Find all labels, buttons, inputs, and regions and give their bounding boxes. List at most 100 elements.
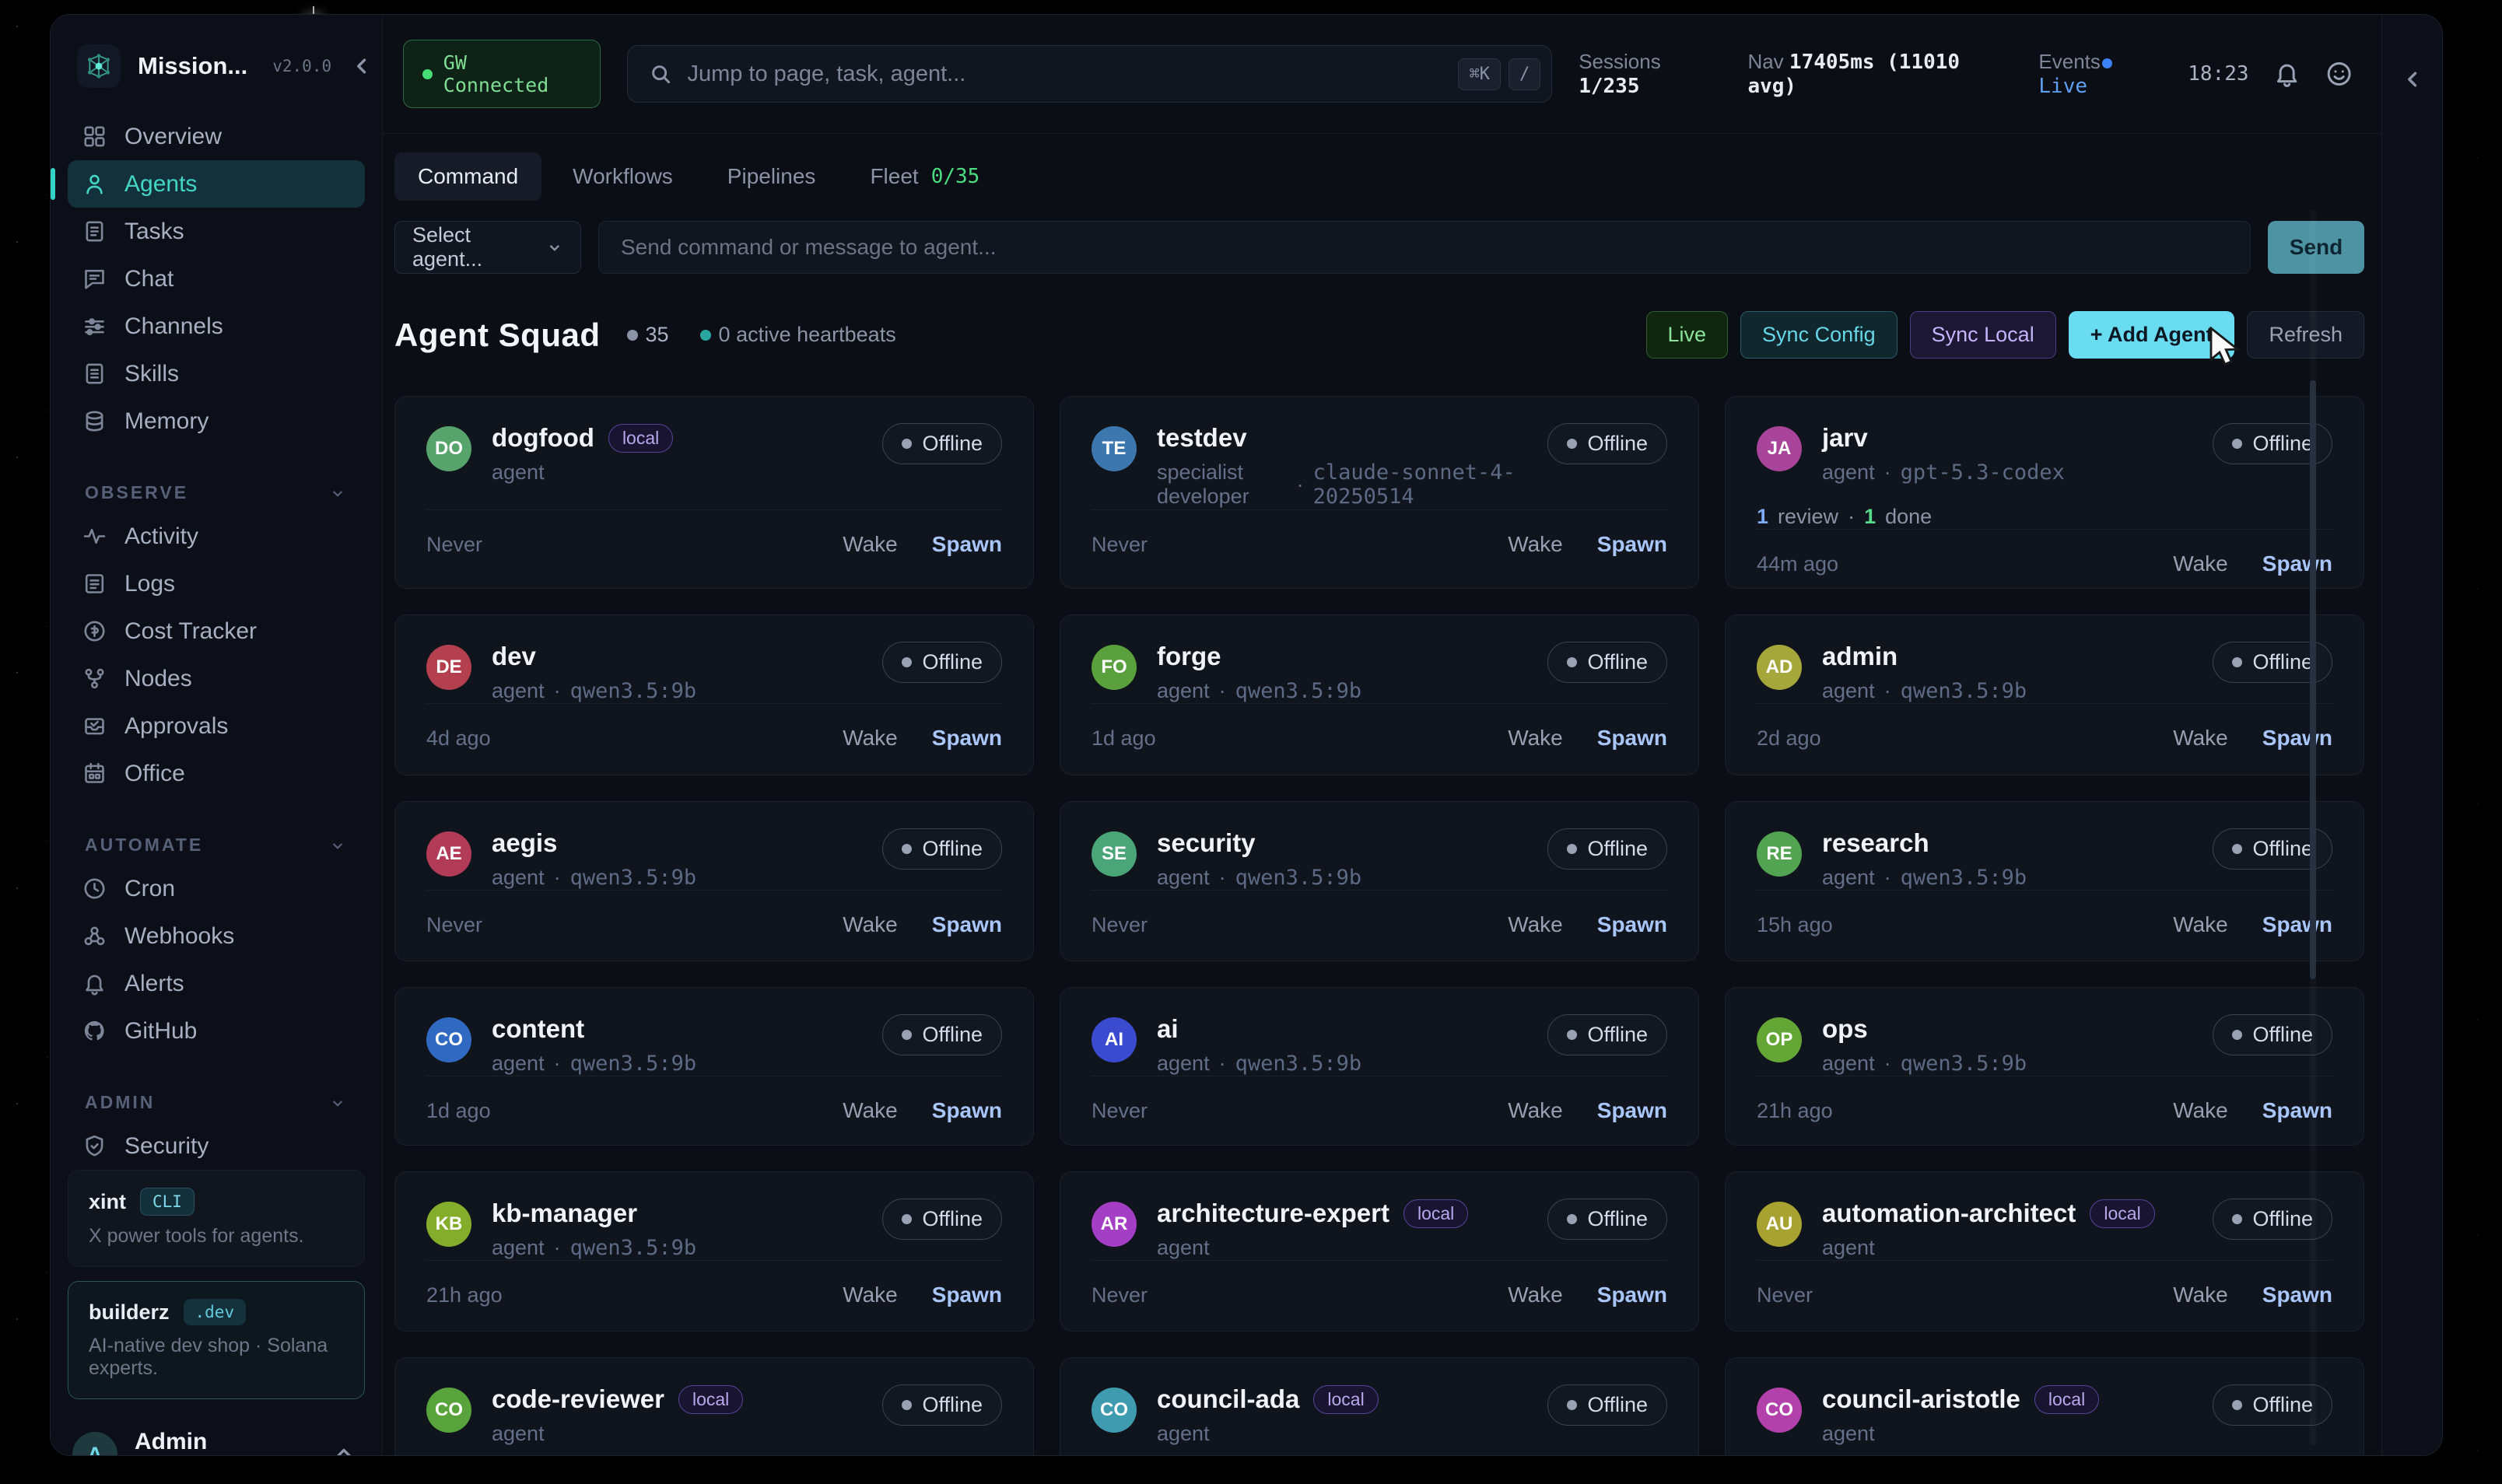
spawn-button[interactable]: Spawn — [2262, 912, 2332, 937]
sidebar-item-overview[interactable]: Overview — [68, 113, 365, 160]
section-observe[interactable]: OBSERVE — [85, 482, 348, 503]
sidebar-item-skills[interactable]: Skills — [68, 350, 365, 397]
sidebar-item-nodes[interactable]: Nodes — [68, 655, 365, 702]
agent-card[interactable]: DO dogfoodlocal agent Offline NeverWakeS… — [394, 396, 1034, 589]
promo-card-xint[interactable]: xint CLI X power tools for agents. — [68, 1170, 365, 1267]
global-search[interactable]: ⌘K / — [627, 45, 1552, 103]
live-button[interactable]: Live — [1646, 311, 1729, 359]
agent-card[interactable]: AU automation-architectlocal agent Offli… — [1725, 1171, 2364, 1332]
agent-card[interactable]: KB kb-manager agent·qwen3.5:9b Offline 2… — [394, 1171, 1034, 1332]
clock: 18:23 — [2188, 62, 2248, 86]
promo-card-builderz[interactable]: builderz .dev AI-native dev shop · Solan… — [68, 1281, 365, 1399]
heartbeat-stat: 0 active heartbeats — [700, 323, 896, 347]
app-title: Mission... — [138, 52, 247, 80]
agent-role: agent — [492, 1236, 545, 1260]
wake-button[interactable]: Wake — [2173, 1098, 2228, 1123]
wake-button[interactable]: Wake — [1508, 1283, 1563, 1307]
spawn-button[interactable]: Spawn — [932, 912, 1002, 937]
agent-name: automation-architect — [1822, 1199, 2076, 1228]
user-menu[interactable]: A Admin openclaw — [68, 1413, 365, 1456]
spawn-button[interactable]: Spawn — [1597, 912, 1667, 937]
sidebar-item-chat[interactable]: Chat — [68, 255, 365, 303]
agent-card[interactable]: DE dev agent·qwen3.5:9b Offline 4d agoWa… — [394, 614, 1034, 775]
spawn-button[interactable]: Spawn — [2262, 551, 2332, 576]
agent-card[interactable]: RE research agent·qwen3.5:9b Offline 15h… — [1725, 801, 2364, 961]
last-seen: Never — [1757, 1283, 1813, 1307]
sidebar-item-cron[interactable]: Cron — [68, 865, 365, 912]
agent-card[interactable]: CO council-aristotlelocal agent Offline … — [1725, 1357, 2364, 1455]
wake-button[interactable]: Wake — [2173, 726, 2228, 751]
wake-button[interactable]: Wake — [1508, 726, 1563, 751]
notifications-bell-icon[interactable] — [2272, 59, 2301, 89]
sidebar-item-webhooks[interactable]: Webhooks — [68, 912, 365, 960]
agent-card[interactable]: OP ops agent·qwen3.5:9b Offline 21h agoW… — [1725, 987, 2364, 1146]
agent-card[interactable]: CO council-adalocal agent Offline WakeSp… — [1060, 1357, 1699, 1455]
wake-button[interactable]: Wake — [1508, 1098, 1563, 1123]
spawn-button[interactable]: Spawn — [932, 726, 1002, 751]
scrollbar-thumb[interactable] — [2310, 380, 2316, 979]
section-admin[interactable]: ADMIN — [85, 1092, 348, 1113]
tab-command[interactable]: Command — [394, 152, 541, 201]
sidebar-item-approvals[interactable]: Approvals — [68, 702, 365, 750]
tab-pipelines[interactable]: Pipelines — [704, 152, 839, 201]
sidebar-item-memory[interactable]: Memory — [68, 397, 365, 445]
sidebar-item-alerts[interactable]: Alerts — [68, 960, 365, 1007]
sync-local-button[interactable]: Sync Local — [1910, 311, 2056, 359]
wake-button[interactable]: Wake — [843, 1283, 898, 1307]
sidebar-collapse-icon[interactable] — [349, 53, 375, 79]
search-input[interactable] — [687, 61, 1458, 87]
agent-card[interactable]: CO content agent·qwen3.5:9b Offline 1d a… — [394, 987, 1034, 1146]
sync-config-button[interactable]: Sync Config — [1740, 311, 1898, 359]
sidebar-item-security[interactable]: Security — [68, 1122, 365, 1170]
agent-select[interactable]: Select agent... — [394, 221, 581, 274]
last-seen: 1d ago — [426, 1099, 491, 1123]
spawn-button[interactable]: Spawn — [2262, 1283, 2332, 1307]
agent-card[interactable]: AE aegis agent·qwen3.5:9b Offline NeverW… — [394, 801, 1034, 961]
agent-card[interactable]: SE security agent·qwen3.5:9b Offline Nev… — [1060, 801, 1699, 961]
agent-card[interactable]: AD admin agent·qwen3.5:9b Offline 2d ago… — [1725, 614, 2364, 775]
section-automate[interactable]: AUTOMATE — [85, 835, 348, 856]
spawn-button[interactable]: Spawn — [2262, 726, 2332, 751]
add-agent-button[interactable]: + Add Agent — [2069, 311, 2235, 359]
sidebar-item-activity[interactable]: Activity — [68, 513, 365, 560]
agent-card[interactable]: CO code-reviewerlocal agent Offline Wake… — [394, 1357, 1034, 1455]
spawn-button[interactable]: Spawn — [2262, 1098, 2332, 1123]
sidebar-item-office[interactable]: Office — [68, 750, 365, 797]
agent-card[interactable]: AR architecture-expertlocal agent Offlin… — [1060, 1171, 1699, 1332]
send-button[interactable]: Send — [2268, 221, 2364, 274]
tab-fleet[interactable]: Fleet0/35 — [846, 152, 1003, 201]
sidebar-item-cost-tracker[interactable]: Cost Tracker — [68, 607, 365, 655]
sidebar-item-github[interactable]: GitHub — [68, 1007, 365, 1055]
agent-card[interactable]: JA jarv agent·gpt-5.3-codex Offline 1rev… — [1725, 396, 2364, 589]
sidebar-item-logs[interactable]: Logs — [68, 560, 365, 607]
refresh-button[interactable]: Refresh — [2247, 311, 2364, 359]
spawn-button[interactable]: Spawn — [1597, 532, 1667, 557]
spawn-button[interactable]: Spawn — [1597, 1098, 1667, 1123]
tab-workflows[interactable]: Workflows — [549, 152, 696, 201]
wake-button[interactable]: Wake — [2173, 551, 2228, 576]
spawn-button[interactable]: Spawn — [932, 1098, 1002, 1123]
wake-button[interactable]: Wake — [1508, 912, 1563, 937]
agent-avatar: AD — [1757, 645, 1802, 690]
command-input[interactable] — [598, 221, 2251, 274]
spawn-button[interactable]: Spawn — [932, 532, 1002, 557]
agent-avatar: DO — [426, 426, 471, 471]
spawn-button[interactable]: Spawn — [1597, 726, 1667, 751]
agent-card[interactable]: FO forge agent·qwen3.5:9b Offline 1d ago… — [1060, 614, 1699, 775]
wake-button[interactable]: Wake — [2173, 912, 2228, 937]
sidebar-item-tasks[interactable]: Tasks — [68, 208, 365, 255]
spawn-button[interactable]: Spawn — [1597, 1283, 1667, 1307]
sidebar-item-channels[interactable]: Channels — [68, 303, 365, 350]
agent-card[interactable]: AI ai agent·qwen3.5:9b Offline NeverWake… — [1060, 987, 1699, 1146]
wake-button[interactable]: Wake — [843, 1098, 898, 1123]
smiley-icon[interactable] — [2325, 59, 2353, 89]
wake-button[interactable]: Wake — [843, 532, 898, 557]
agent-card[interactable]: TE testdev specialist developer·claude-s… — [1060, 396, 1699, 589]
wake-button[interactable]: Wake — [2173, 1283, 2228, 1307]
wake-button[interactable]: Wake — [843, 912, 898, 937]
wake-button[interactable]: Wake — [1508, 532, 1563, 557]
spawn-button[interactable]: Spawn — [932, 1283, 1002, 1307]
wake-button[interactable]: Wake — [843, 726, 898, 751]
panel-collapse-icon[interactable] — [2399, 66, 2426, 96]
sidebar-item-agents[interactable]: Agents — [68, 160, 365, 208]
